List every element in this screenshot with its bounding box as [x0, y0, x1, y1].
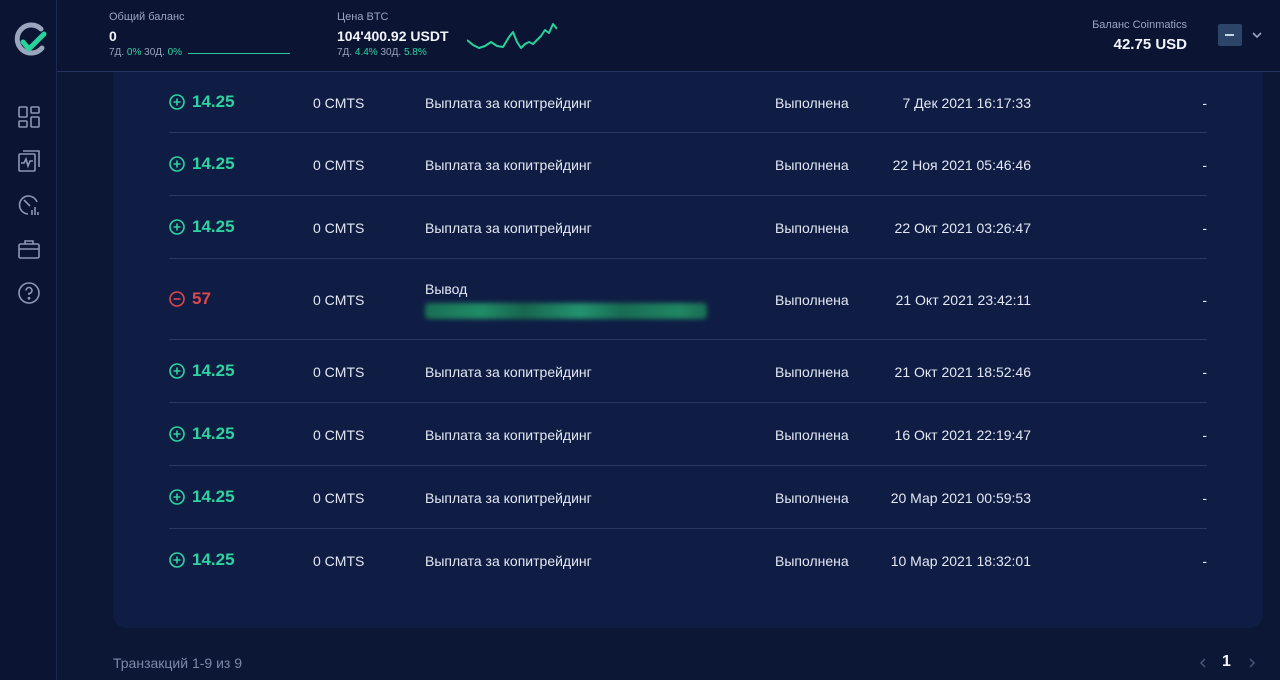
status-cell: Выполнена — [775, 490, 849, 506]
currency-cell: 0 CMTS — [313, 427, 365, 443]
extra-cell: - — [1202, 220, 1207, 236]
briefcase-icon — [18, 240, 40, 259]
currency-cell: 0 CMTS — [313, 364, 365, 380]
total-balance-change: 7Д. 0% 30Д. 0% — [109, 47, 183, 58]
amount-positive: 14.25 — [169, 92, 235, 112]
amount-positive: 14.25 — [169, 217, 235, 237]
amount-positive: 14.25 — [169, 550, 235, 570]
currency-cell: 0 CMTS — [313, 95, 365, 111]
chevron-left-icon[interactable] — [1196, 656, 1210, 670]
btc-price-value: 104'400.92 USDT — [337, 28, 449, 44]
date-cell: 22 Ноя 2021 05:46:46 — [892, 157, 1031, 173]
date-cell: 7 Дек 2021 16:17:33 — [902, 95, 1032, 111]
transactions-panel: 14.25 0 CMTS Выплата за копитрейдинг Вып… — [113, 72, 1263, 628]
plus-circle-icon — [169, 552, 185, 568]
page-number-current[interactable]: 1 — [1222, 653, 1231, 671]
avatar[interactable] — [1218, 24, 1242, 46]
amount-positive: 14.25 — [169, 487, 235, 507]
coinmatics-logo[interactable] — [11, 20, 49, 58]
plus-circle-icon — [169, 94, 185, 110]
extra-cell: - — [1202, 292, 1207, 308]
chevron-down-icon[interactable] — [1250, 28, 1264, 42]
date-cell: 20 Мар 2021 00:59:53 — [890, 490, 1031, 506]
coinmatics-balance-value: 42.75 USD — [1113, 36, 1187, 53]
description-cell: Выплата за копитрейдинг — [425, 95, 592, 111]
status-cell: Выполнена — [775, 220, 849, 236]
coinmatics-balance-label: Баланс Coinmatics — [1092, 19, 1187, 31]
nav-dashboard[interactable] — [16, 104, 42, 130]
total-balance-value: 0 — [109, 28, 117, 44]
amount-negative: 57 — [169, 289, 211, 309]
status-cell: Выполнена — [775, 157, 849, 173]
extra-cell: - — [1202, 364, 1207, 380]
status-cell: Выполнена — [775, 95, 849, 111]
nav-analytics[interactable] — [16, 192, 42, 218]
extra-cell: - — [1202, 490, 1207, 506]
nav-portfolio[interactable] — [16, 148, 42, 174]
plus-circle-icon — [169, 489, 185, 505]
btc-price-change: 7Д. 4.4% 30Д. 5.8% — [337, 47, 427, 58]
status-cell: Выполнена — [775, 364, 849, 380]
total-balance-label: Общий баланс — [109, 11, 185, 23]
amount-positive: 14.25 — [169, 361, 235, 381]
currency-cell: 0 CMTS — [313, 490, 365, 506]
currency-cell: 0 CMTS — [313, 292, 365, 308]
plus-circle-icon — [169, 156, 185, 172]
date-cell: 10 Мар 2021 18:32:01 — [890, 553, 1031, 569]
plus-circle-icon — [169, 219, 185, 235]
date-cell: 22 Окт 2021 03:26:47 — [894, 220, 1031, 236]
minus-circle-icon — [169, 291, 185, 307]
date-cell: 16 Окт 2021 22:19:47 — [894, 427, 1031, 443]
balance-sparkline — [188, 53, 290, 54]
table-row: 57 0 CMTS Вывод Выполнена 21 Окт 2021 23… — [169, 259, 1207, 340]
description-cell: Выплата за копитрейдинг — [425, 553, 592, 569]
table-row: 14.25 0 CMTS Выплата за копитрейдинг Вып… — [169, 529, 1207, 592]
currency-cell: 0 CMTS — [313, 220, 365, 236]
status-cell: Выполнена — [775, 292, 849, 308]
extra-cell: - — [1202, 157, 1207, 173]
nav-briefcase[interactable] — [16, 236, 42, 262]
date-cell: 21 Окт 2021 23:42:11 — [895, 292, 1031, 308]
extra-cell: - — [1202, 95, 1207, 111]
help-icon — [18, 282, 40, 304]
dashboard-icon — [18, 106, 40, 128]
btc-price-label: Цена BTC — [337, 11, 389, 23]
extra-cell: - — [1202, 427, 1207, 443]
table-row: 14.25 0 CMTS Выплата за копитрейдинг Вып… — [169, 196, 1207, 259]
amount-positive: 14.25 — [169, 424, 235, 444]
description-cell: Выплата за копитрейдинг — [425, 364, 592, 380]
currency-cell: 0 CMTS — [313, 157, 365, 173]
description-cell: Вывод — [425, 281, 468, 297]
amount-positive: 14.25 — [169, 154, 235, 174]
transactions-summary: Транзакций 1-9 из 9 — [113, 655, 242, 671]
description-cell: Выплата за копитрейдинг — [425, 427, 592, 443]
plus-circle-icon — [169, 363, 185, 379]
extra-cell: - — [1202, 553, 1207, 569]
table-row: 14.25 0 CMTS Выплата за копитрейдинг Вып… — [169, 466, 1207, 529]
sidebar — [0, 0, 57, 680]
status-cell: Выполнена — [775, 553, 849, 569]
nav-help[interactable] — [16, 280, 42, 306]
analytics-icon — [18, 195, 39, 215]
table-row: 14.25 0 CMTS Выплата за копитрейдинг Вып… — [169, 72, 1207, 133]
plus-circle-icon — [169, 426, 185, 442]
redacted-address — [425, 303, 707, 319]
table-row: 14.25 0 CMTS Выплата за копитрейдинг Вып… — [169, 340, 1207, 403]
table-row: 14.25 0 CMTS Выплата за копитрейдинг Вып… — [169, 403, 1207, 466]
table-row: 14.25 0 CMTS Выплата за копитрейдинг Вып… — [169, 133, 1207, 196]
top-header: Общий баланс 0 7Д. 0% 30Д. 0% Цена BTC 1… — [57, 0, 1280, 72]
currency-cell: 0 CMTS — [313, 553, 365, 569]
date-cell: 21 Окт 2021 18:52:46 — [894, 364, 1031, 380]
description-cell: Выплата за копитрейдинг — [425, 490, 592, 506]
status-cell: Выполнена — [775, 427, 849, 443]
description-cell: Выплата за копитрейдинг — [425, 220, 592, 236]
portfolio-icon — [18, 150, 40, 172]
btc-sparkline — [467, 23, 557, 49]
description-cell: Выплата за копитрейдинг — [425, 157, 592, 173]
chevron-right-icon[interactable] — [1245, 656, 1259, 670]
